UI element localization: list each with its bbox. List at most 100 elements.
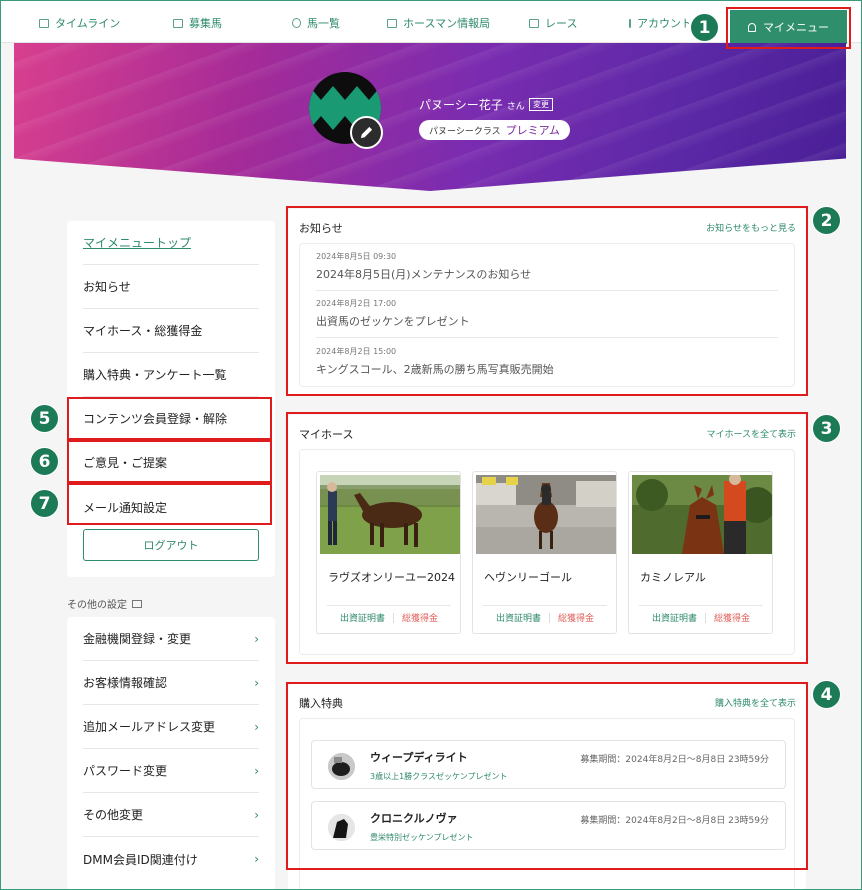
horse-image bbox=[328, 814, 355, 841]
news-text: キングスコール、2歳新馬の勝ち馬写真販売開始 bbox=[316, 363, 554, 376]
nav-item-label: 馬一覧 bbox=[307, 17, 340, 30]
flag-icon bbox=[529, 18, 539, 28]
chevron-right-icon: › bbox=[254, 631, 259, 646]
perk-description: 豊栄特別ゼッケンプレゼント bbox=[370, 833, 474, 842]
sidebar-item-perks-surveys[interactable]: 購入特典・アンケート一覧 bbox=[83, 353, 259, 397]
nav-item-race[interactable]: レース bbox=[529, 13, 577, 33]
other-settings-label: その他の設定 bbox=[67, 600, 127, 611]
nav-item-account[interactable]: アカウント bbox=[629, 13, 689, 33]
annotation-number-2: 2 bbox=[812, 206, 841, 235]
horse-photo bbox=[320, 475, 460, 554]
edit-avatar-button[interactable] bbox=[350, 116, 383, 149]
change-name-button[interactable]: 変更 bbox=[529, 98, 553, 111]
settings-item-label: 追加メールアドレス変更 bbox=[83, 720, 216, 734]
nav-item-horseman-info[interactable]: ホースマン情報局 bbox=[387, 13, 490, 33]
settings-item-other[interactable]: その他変更 › bbox=[83, 793, 259, 837]
perk-period: 募集期間：2024年8月2日～8月8日 23時59分 bbox=[580, 755, 769, 765]
sidebar-item-notices[interactable]: お知らせ bbox=[83, 265, 259, 309]
news-card: お知らせ お知らせをもっと見る 2024年8月5日 09:30 2024年8月5… bbox=[288, 209, 806, 395]
person-icon bbox=[748, 22, 756, 32]
class-label: パヌーシークラス bbox=[429, 126, 501, 137]
settings-item-customer-info[interactable]: お客様情報確認 › bbox=[83, 661, 259, 705]
perks-list: ウィープディライト 3歳以上1勝クラスゼッケンプレゼント 募集期間：2024年8… bbox=[299, 718, 795, 890]
settings-item-extra-email[interactable]: 追加メールアドレス変更 › bbox=[83, 705, 259, 749]
nav-item-mymenu[interactable]: マイメニュー bbox=[730, 10, 847, 44]
horse-image bbox=[328, 753, 355, 780]
class-tier: プレミアム bbox=[505, 124, 560, 137]
news-date: 2024年8月2日 17:00 bbox=[316, 299, 397, 308]
nav-item-label: ホースマン情報局 bbox=[403, 17, 491, 30]
settings-item-label: DMM会員ID関連付け bbox=[83, 852, 198, 867]
horse-links: 出資証明書 総獲得金 bbox=[639, 605, 763, 629]
myhorse-title: マイホース bbox=[299, 428, 354, 441]
annotation-number-4: 4 bbox=[812, 680, 841, 709]
settings-item-dmm-link[interactable]: DMM会員ID関連付け › bbox=[83, 837, 259, 881]
news-more-link[interactable]: お知らせをもっと見る bbox=[706, 221, 796, 234]
nav-item-label: レース bbox=[545, 17, 578, 30]
settings-item-label: パスワード変更 bbox=[83, 764, 168, 778]
profile-banner: パヌーシー花子 さん 変更 パヌーシークラス プレミアム bbox=[14, 43, 846, 191]
annotation-number-5: 5 bbox=[30, 404, 59, 433]
horse-card[interactable]: ラヴズオンリーユー2024 出資証明書 総獲得金 bbox=[316, 471, 461, 634]
nav-item-horse-list[interactable]: 馬一覧 bbox=[292, 13, 340, 33]
horse-name: ラヴズオンリーユー2024 bbox=[328, 571, 455, 584]
sidebar-item-mail-settings[interactable]: メール通知設定 bbox=[83, 485, 259, 529]
logout-button[interactable]: ログアウト bbox=[83, 529, 259, 561]
divider bbox=[549, 612, 550, 623]
divider bbox=[316, 290, 778, 291]
annotation-number-1: 1 bbox=[690, 13, 719, 42]
sidebar-item-feedback[interactable]: ご意見・ご提案 bbox=[83, 441, 259, 485]
settings-item-label: その他変更 bbox=[83, 808, 144, 822]
nav-item-timeline[interactable]: タイムライン bbox=[39, 13, 120, 33]
news-item[interactable]: 2024年8月2日 17:00 出資馬のゼッケンをプレゼント bbox=[316, 298, 778, 329]
certificate-link[interactable]: 出資証明書 bbox=[496, 611, 541, 624]
perks-card: 購入特典 購入特典を全て表示 ウィープディライト 3歳以上1勝クラスゼッケンプレ… bbox=[288, 684, 806, 890]
horse-image bbox=[320, 475, 460, 554]
sidebar-menu: マイメニュートップ お知らせ マイホース・総獲得金 購入特典・アンケート一覧 コ… bbox=[67, 221, 275, 577]
horse-name: カミノレアル bbox=[640, 571, 706, 584]
folder-icon bbox=[173, 18, 183, 28]
divider bbox=[393, 612, 394, 623]
honorific: さん bbox=[506, 102, 525, 112]
sidebar-item-myhorse-prize[interactable]: マイホース・総獲得金 bbox=[83, 309, 259, 353]
horse-card[interactable]: カミノレアル 出資証明書 総獲得金 bbox=[628, 471, 773, 634]
horse-photo bbox=[632, 475, 772, 554]
perk-horse-name: クロニクルノヴァ bbox=[370, 812, 458, 825]
perk-item[interactable]: クロニクルノヴァ 豊栄特別ゼッケンプレゼント 募集期間：2024年8月2日～8月… bbox=[311, 801, 786, 850]
sidebar-item-mymenu-top[interactable]: マイメニュートップ bbox=[83, 221, 259, 265]
user-name-text: パヌーシー花子 bbox=[419, 98, 503, 112]
total-prize-link[interactable]: 総獲得金 bbox=[402, 611, 438, 624]
news-item[interactable]: 2024年8月5日 09:30 2024年8月5日(月)メンテナンスのお知らせ bbox=[316, 251, 778, 282]
horse-card[interactable]: ヘヴンリーゴール 出資証明書 総獲得金 bbox=[472, 471, 617, 634]
card-icon bbox=[629, 18, 631, 28]
settings-item-bank[interactable]: 金融機関登録・変更 › bbox=[83, 617, 259, 661]
document-icon bbox=[132, 599, 142, 608]
news-list: 2024年8月5日 09:30 2024年8月5日(月)メンテナンスのお知らせ … bbox=[299, 243, 795, 387]
perk-period: 募集期間：2024年8月2日～8月8日 23時59分 bbox=[580, 816, 769, 826]
certificate-link[interactable]: 出資証明書 bbox=[340, 611, 385, 624]
nav-item-label: アカウント bbox=[637, 17, 689, 30]
monitor-icon bbox=[39, 18, 49, 28]
certificate-link[interactable]: 出資証明書 bbox=[652, 611, 697, 624]
news-date: 2024年8月5日 09:30 bbox=[316, 252, 397, 261]
total-prize-link[interactable]: 総獲得金 bbox=[558, 611, 594, 624]
nav-item-label: タイムライン bbox=[55, 17, 121, 30]
myhorse-more-link[interactable]: マイホースを全て表示 bbox=[706, 427, 796, 440]
news-text: 出資馬のゼッケンをプレゼント bbox=[316, 315, 470, 328]
sidebar-item-content-membership[interactable]: コンテンツ会員登録・解除 bbox=[83, 397, 259, 441]
settings-item-password[interactable]: パスワード変更 › bbox=[83, 749, 259, 793]
horse-image bbox=[632, 475, 772, 554]
settings-item-label: お客様情報確認 bbox=[83, 676, 168, 690]
news-item[interactable]: 2024年8月2日 15:00 キングスコール、2歳新馬の勝ち馬写真販売開始 bbox=[316, 346, 778, 377]
annotation-number-6: 6 bbox=[30, 447, 59, 476]
nav-item-recruiting-horses[interactable]: 募集馬 bbox=[173, 13, 222, 33]
perks-more-link[interactable]: 購入特典を全て表示 bbox=[715, 696, 796, 709]
horse-links: 出資証明書 総獲得金 bbox=[327, 605, 451, 629]
horse-links: 出資証明書 総獲得金 bbox=[483, 605, 607, 629]
chevron-right-icon: › bbox=[254, 675, 259, 690]
total-prize-link[interactable]: 総獲得金 bbox=[714, 611, 750, 624]
nav-item-label: マイメニュー bbox=[763, 21, 829, 34]
divider bbox=[316, 337, 778, 338]
chevron-right-icon: › bbox=[254, 852, 259, 866]
perk-item[interactable]: ウィープディライト 3歳以上1勝クラスゼッケンプレゼント 募集期間：2024年8… bbox=[311, 740, 786, 789]
